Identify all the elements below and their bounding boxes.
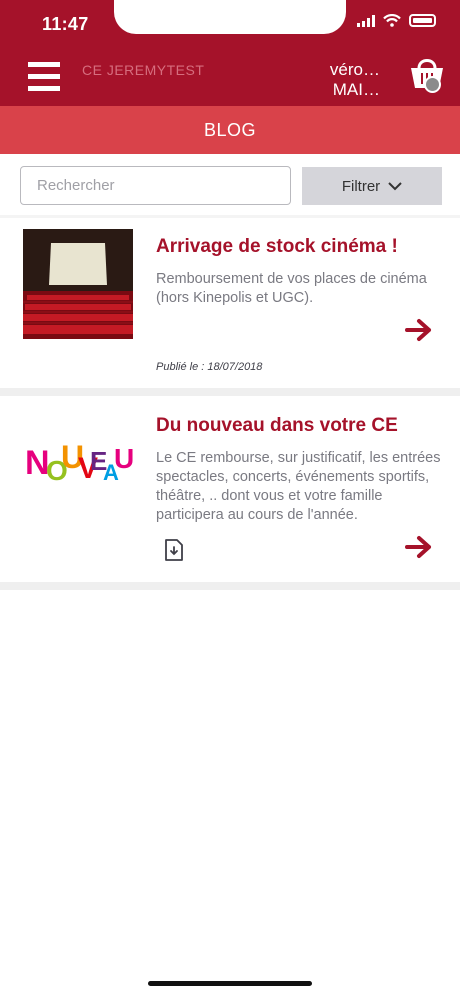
device-notch bbox=[114, 0, 346, 34]
wifi-icon bbox=[383, 14, 401, 27]
chevron-down-icon bbox=[388, 181, 402, 190]
divider bbox=[0, 582, 460, 590]
arrow-right-icon[interactable] bbox=[405, 535, 433, 559]
user-first-name: véro… bbox=[329, 60, 380, 79]
post-title[interactable]: Arrivage de stock cinéma ! bbox=[156, 236, 398, 258]
cart-badge bbox=[424, 76, 441, 93]
user-last-name: MAI… bbox=[332, 80, 380, 99]
post-excerpt: Le CE rembourse, sur justificatif, les e… bbox=[156, 450, 441, 523]
home-indicator[interactable] bbox=[148, 981, 312, 986]
blog-post[interactable]: N O U V E A U Du nouveau dans votre CE L… bbox=[0, 396, 460, 582]
filter-label: Filtrer bbox=[341, 177, 381, 195]
user-name[interactable]: véro… MAI… bbox=[330, 60, 380, 100]
battery-icon bbox=[409, 14, 436, 27]
hamburger-menu-button[interactable] bbox=[28, 62, 60, 92]
search-input[interactable] bbox=[20, 166, 291, 205]
divider bbox=[0, 388, 460, 396]
arrow-right-icon[interactable] bbox=[405, 318, 433, 342]
status-icons bbox=[357, 14, 436, 27]
blog-post[interactable]: Arrivage de stock cinéma ! Remboursement… bbox=[0, 218, 460, 388]
post-excerpt: Remboursement de vos places de cinéma (h… bbox=[156, 271, 427, 306]
document-download-icon[interactable] bbox=[164, 538, 184, 562]
status-time: 11:47 bbox=[42, 14, 89, 34]
nouveau-logo: N O U V E A U bbox=[25, 439, 133, 486]
signal-icon bbox=[357, 14, 375, 27]
app-name: CE JEREMYTEST bbox=[82, 62, 205, 78]
filter-button[interactable]: Filtrer bbox=[302, 167, 442, 205]
app-header: 11:47 CE JEREMYTEST véro… MAI… bbox=[0, 0, 460, 106]
svg-text:U: U bbox=[114, 443, 133, 474]
post-date: Publié le : 18/07/2018 bbox=[156, 361, 263, 373]
post-title[interactable]: Du nouveau dans votre CE bbox=[156, 415, 398, 437]
cinema-screen-image bbox=[23, 229, 133, 339]
page-title: BLOG bbox=[0, 106, 460, 154]
